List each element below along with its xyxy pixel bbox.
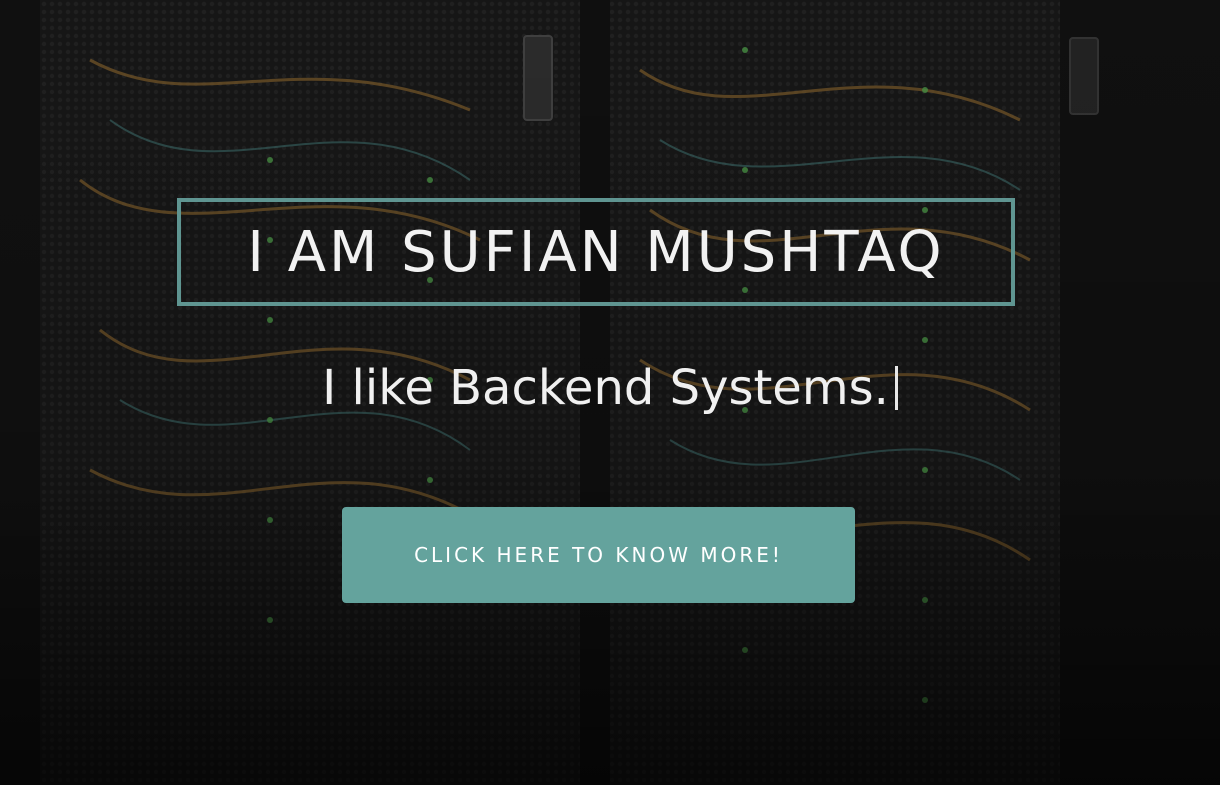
page-title: I AM SUFIAN MUSHTAQ: [247, 219, 945, 285]
hero-section: I AM SUFIAN MUSHTAQ I like Backend Syste…: [0, 0, 1220, 785]
title-frame: I AM SUFIAN MUSHTAQ: [177, 198, 1015, 306]
know-more-button[interactable]: CLICK HERE TO KNOW MORE!: [342, 507, 855, 603]
typing-cursor-icon: [894, 366, 898, 410]
typed-subtitle-text: I like Backend Systems.: [322, 360, 889, 416]
typed-subtitle: I like Backend Systems.: [0, 360, 1220, 416]
